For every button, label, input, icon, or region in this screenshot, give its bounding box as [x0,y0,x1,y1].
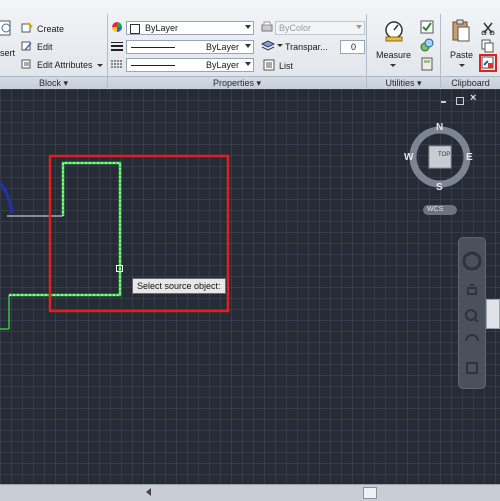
color-value: ByLayer [145,23,179,33]
panel-expand-icon: ▾ [256,78,262,88]
orbit-icon[interactable] [465,334,479,342]
wcs-label: WCS [427,206,444,213]
quick-select-icon[interactable] [420,20,434,34]
paste-dropdown-icon[interactable] [459,64,465,67]
color-swatch [130,24,140,34]
horizontal-scrollbar[interactable] [0,484,500,501]
paste-icon[interactable] [451,19,471,43]
selection-dash [9,162,121,296]
ribbon: sert Create Edit Edit Attributes Block ▾… [0,0,500,90]
wcs-menu[interactable]: WCS [423,205,457,215]
transparency-icon [260,40,276,52]
count-icon[interactable] [420,38,434,52]
steering-wheel-icon[interactable] [462,251,482,271]
transparency-input[interactable]: 0 [340,40,365,54]
plot-style-dropdown[interactable]: ByColor [275,21,365,35]
insert-block-icon[interactable] [0,19,14,43]
horizontal-scrollbar-thumb[interactable] [363,487,377,499]
block-panel-label[interactable]: Block ▾ [0,76,107,90]
clipboard-panel-title: Clipboard [451,78,490,88]
chevron-down-icon [245,44,251,48]
transparency-value: 0 [351,42,357,52]
measure-icon[interactable] [383,20,405,42]
navigation-bar [458,237,486,389]
color-wheel-icon [111,21,123,33]
insert-button-label[interactable]: sert [0,48,15,58]
scroll-left-icon[interactable] [146,488,151,496]
copy-icon[interactable] [481,39,495,53]
lineweight-icon [111,41,123,51]
viewcube-face-label: TOP [438,152,451,158]
command-tooltip: Select source object: [132,278,226,294]
create-block-icon [21,22,33,34]
plot-style-icon [261,21,273,33]
zoom-handle [473,317,479,323]
compass-north[interactable]: N [436,122,443,133]
cut-icon[interactable] [481,21,495,36]
match-properties-icon [481,56,494,69]
utilities-panel-label[interactable]: Utilities ▾ [367,76,440,90]
transparency-dropdown-icon[interactable] [277,44,283,47]
plot-style-value: ByColor [279,23,312,33]
linetype-dropdown[interactable]: ByLayer [126,58,254,72]
chevron-down-icon [245,62,251,66]
color-dropdown[interactable]: ByLayer [126,21,254,35]
create-button[interactable]: Create [37,24,64,34]
measure-dropdown-icon[interactable] [390,64,396,67]
clipboard-panel-label[interactable]: Clipboard [441,76,500,90]
edit-attributes-dropdown-icon[interactable] [97,64,103,67]
vertical-scrollbar-thumb[interactable] [486,299,500,329]
list-icon [263,59,275,71]
linetype-value: ByLayer [205,60,239,70]
list-button[interactable]: List [279,61,293,71]
panel-expand-icon: ▾ [63,78,69,88]
compass-south[interactable]: S [436,182,443,193]
lineweight-value: ByLayer [205,42,239,52]
transparency-label[interactable]: Transpar... [285,42,328,52]
edit-block-icon [21,40,33,52]
edit-button[interactable]: Edit [37,42,53,52]
chevron-down-icon [356,25,362,29]
blue-arc[interactable] [0,181,14,214]
line-preview [131,65,175,66]
compass-east[interactable]: E [466,152,473,163]
linetype-icon [111,59,123,69]
drawing-canvas[interactable]: × Select source object: TOP N S E W WCS [0,89,500,484]
chevron-down-icon [245,25,251,29]
measure-button[interactable]: Measure [376,50,411,60]
lineweight-dropdown[interactable]: ByLayer [126,40,254,54]
paste-button[interactable]: Paste [450,50,473,60]
cursor-pickbox [116,265,123,272]
edit-attributes-icon [21,58,33,70]
pan-icon[interactable] [467,284,477,295]
utilities-panel-title: Utilities [385,78,415,88]
match-properties-button[interactable] [479,54,497,72]
line-preview [131,47,175,48]
properties-panel-label[interactable]: Properties ▾ [108,76,366,90]
block-panel-title: Block [38,78,61,88]
properties-panel-title: Properties [212,78,254,88]
selected-polyline[interactable] [9,161,122,297]
edit-attributes-button[interactable]: Edit Attributes [37,60,93,70]
compass-west[interactable]: W [404,152,413,163]
showmotion-icon[interactable] [466,362,478,374]
calculator-icon[interactable] [420,57,434,71]
panel-expand-icon: ▾ [417,78,422,88]
